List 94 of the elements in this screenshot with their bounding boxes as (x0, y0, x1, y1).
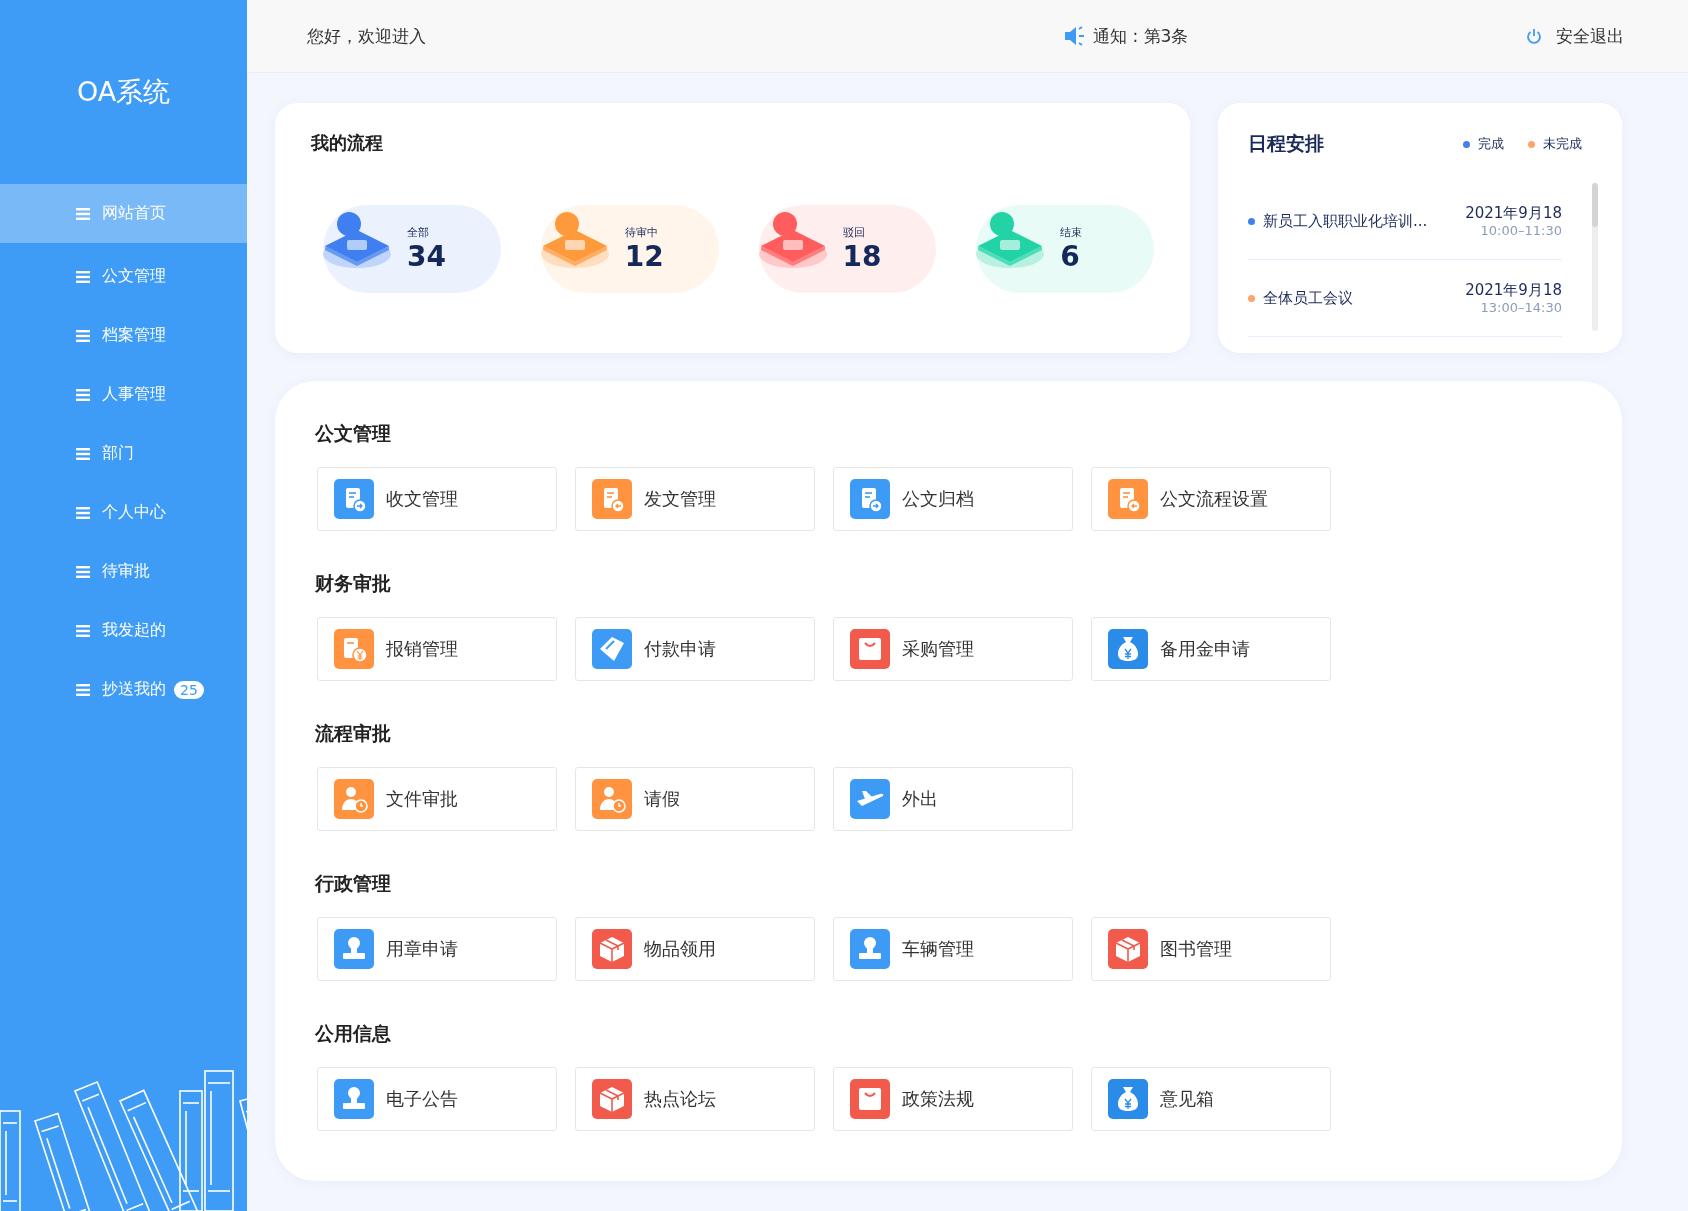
menu-icon (76, 506, 90, 519)
tile-label: 收文管理 (386, 487, 458, 511)
event-title: 全体员工会议 (1263, 288, 1354, 308)
stat-count: 34 (407, 240, 446, 273)
greeting-text: 您好，欢迎进入 (307, 24, 427, 48)
section-title: 流程审批 (315, 721, 392, 746)
event-date: 2021年9月18 (1465, 204, 1562, 223)
app-tile[interactable]: 采购管理 (833, 617, 1073, 681)
stat-label: 结束 (1060, 225, 1083, 240)
nav-label: 公文管理 (102, 266, 166, 287)
tile-label: 电子公告 (386, 1087, 458, 1111)
app-tile[interactable]: 公文归档 (833, 467, 1073, 531)
stat-label: 全部 (407, 225, 430, 240)
logout-button[interactable]: 安全退出 (1522, 20, 1628, 52)
event-time: 10:00–11:30 (1480, 223, 1562, 238)
nav-label: 网站首页 (102, 203, 166, 224)
menu-icon (76, 447, 90, 460)
stat-card[interactable]: 全部 34 (323, 205, 501, 293)
nav-label: 人事管理 (102, 384, 166, 405)
section-title: 财务审批 (315, 571, 392, 596)
tile-label: 请假 (644, 787, 680, 811)
tile-label: 用章申请 (386, 937, 458, 961)
app-tile[interactable]: 请假 (575, 767, 815, 831)
stat-card[interactable]: 待审中 12 (540, 205, 719, 293)
tile-label: 政策法规 (902, 1087, 974, 1111)
tile-label: 外出 (902, 787, 938, 811)
tile-label: 报销管理 (386, 637, 458, 661)
tile-label: 文件审批 (386, 787, 458, 811)
menu-icon (76, 388, 90, 401)
tile-label: 发文管理 (644, 487, 716, 511)
app-tile[interactable]: 图书管理 (1091, 917, 1331, 981)
app-tile[interactable]: 车辆管理 (833, 917, 1073, 981)
scrollbar[interactable] (1592, 183, 1598, 331)
event-date: 2021年9月18 (1465, 281, 1562, 300)
app-tile[interactable]: 热点论坛 (575, 1067, 815, 1131)
power-icon (1526, 28, 1542, 44)
app-tile[interactable]: 政策法规 (833, 1067, 1073, 1131)
stat-card[interactable]: 驳回 18 (758, 205, 937, 293)
app-tile[interactable]: 文件审批 (317, 767, 557, 831)
menu-icon (76, 683, 90, 696)
card-title: 日程安排 (1248, 131, 1324, 156)
app-tile[interactable]: 电子公告 (317, 1067, 557, 1131)
app-tile[interactable]: 物品领用 (575, 917, 815, 981)
nav-label: 抄送我的 (102, 679, 166, 700)
menu-icon (76, 270, 90, 283)
stat-card[interactable]: 结束 6 (976, 205, 1154, 293)
stat-label: 待审中 (624, 225, 659, 240)
app-tile[interactable]: 用章申请 (317, 917, 557, 981)
tile-label: 车辆管理 (902, 937, 974, 961)
app-tile[interactable]: 公文流程设置 (1091, 467, 1331, 531)
nav-label: 待审批 (102, 561, 150, 582)
schedule-item[interactable]: 新员工入职职业化培训... 2021年9月18 10:00–11:30 (1248, 183, 1562, 260)
notice-text[interactable]: 通知 : 第3条 (1093, 24, 1189, 48)
app-tile[interactable]: 报销管理 (317, 617, 557, 681)
menu-icon (76, 329, 90, 342)
menu-icon (76, 207, 90, 220)
app-tile[interactable]: 付款申请 (575, 617, 815, 681)
schedule-item[interactable]: 全体员工会议 2021年9月18 13:00–14:30 (1248, 260, 1562, 337)
event-title: 新员工入职职业化培训... (1263, 211, 1429, 231)
nav-label: 部门 (102, 443, 134, 464)
stat-count: 18 (842, 240, 882, 273)
section-title: 公文管理 (315, 421, 392, 446)
tile-label: 公文归档 (902, 487, 974, 511)
stat-count: 12 (624, 240, 664, 273)
tile-label: 公文流程设置 (1160, 487, 1268, 511)
nav-label: 个人中心 (102, 502, 166, 523)
legend-label: 完成 (1478, 135, 1504, 153)
tile-label: 热点论坛 (644, 1087, 716, 1111)
app-tile[interactable]: 收文管理 (317, 467, 557, 531)
count-badge: 25 (174, 680, 204, 699)
stat-count: 6 (1060, 240, 1081, 273)
card-title: 我的流程 (311, 131, 384, 155)
speaker-icon (1063, 26, 1087, 46)
tile-label: 意见箱 (1160, 1087, 1214, 1111)
tile-label: 付款申请 (644, 637, 716, 661)
section-title: 公用信息 (315, 1021, 392, 1046)
app-tile[interactable]: 发文管理 (575, 467, 815, 531)
tile-label: 物品领用 (644, 937, 716, 961)
legend-label: 未完成 (1543, 135, 1582, 153)
tile-label: 备用金申请 (1160, 637, 1250, 661)
app-tile[interactable]: 意见箱 (1091, 1067, 1331, 1131)
menu-icon (76, 624, 90, 637)
app-tile[interactable]: 外出 (833, 767, 1073, 831)
tile-label: 采购管理 (902, 637, 974, 661)
stat-label: 驳回 (842, 225, 866, 240)
nav-label: 档案管理 (102, 325, 166, 346)
scroll-thumb[interactable] (1592, 183, 1598, 227)
nav-label: 我发起的 (102, 620, 166, 641)
section-title: 行政管理 (315, 871, 392, 896)
app-logo: OA系统 (75, 75, 172, 109)
event-time: 13:00–14:30 (1480, 300, 1562, 315)
menu-icon (76, 565, 90, 578)
app-tile[interactable]: 备用金申请 (1091, 617, 1331, 681)
tile-label: 图书管理 (1160, 937, 1232, 961)
